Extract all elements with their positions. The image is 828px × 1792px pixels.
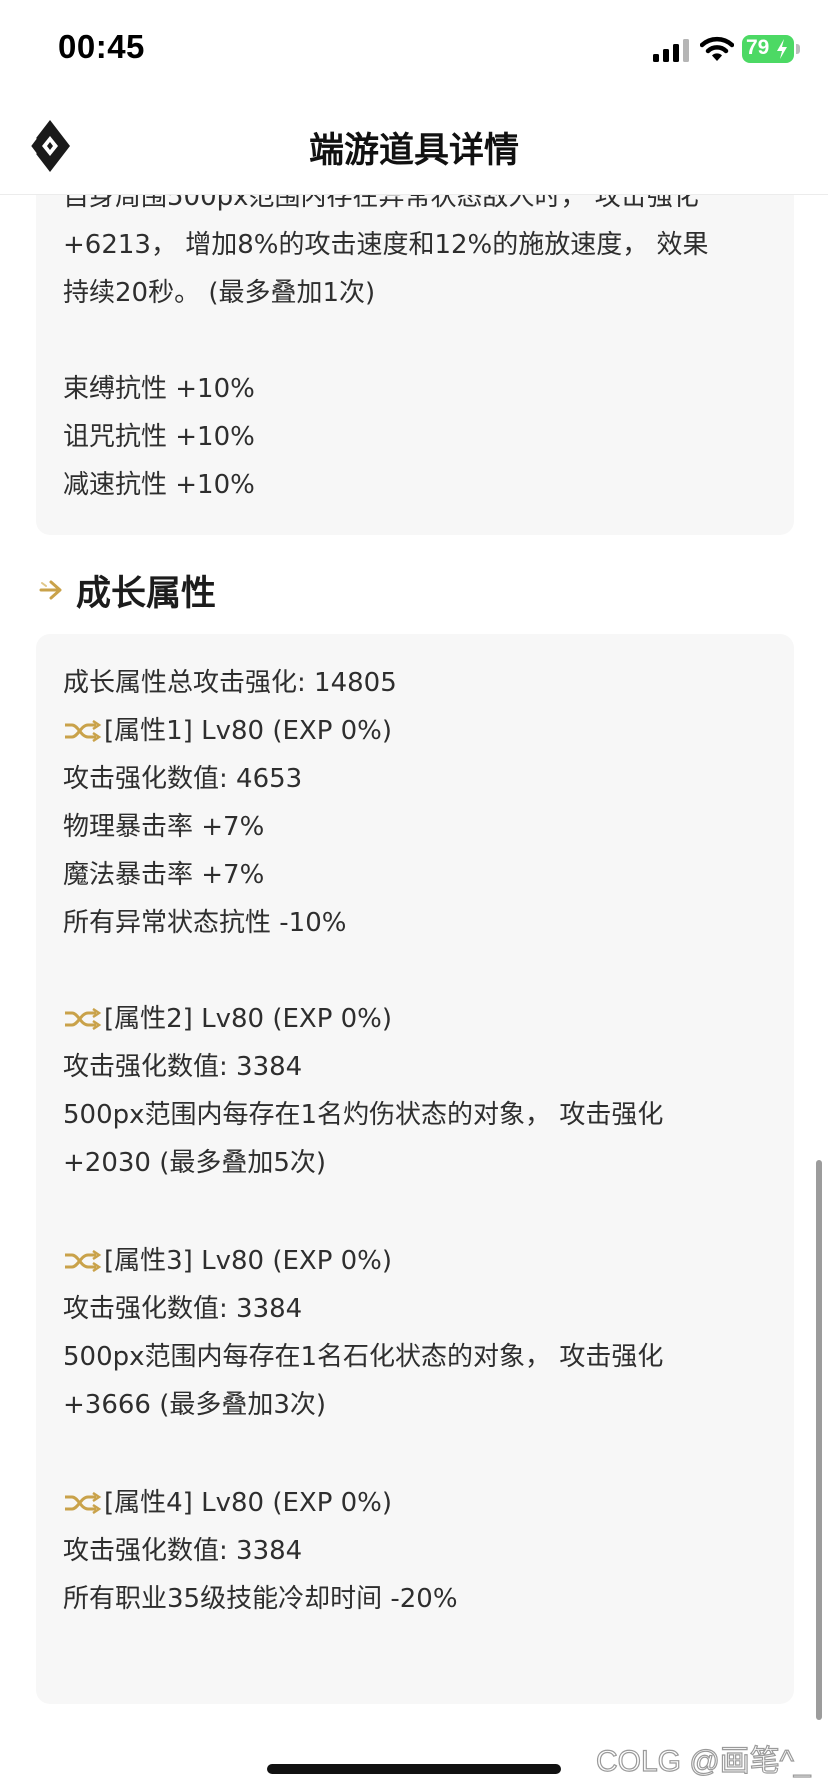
attribute-line: 攻击强化数值: 3384 bbox=[63, 1294, 303, 1324]
growth-section-heading: 成长属性 bbox=[38, 568, 216, 614]
wifi-icon bbox=[700, 36, 734, 61]
attribute-line: 物理暴击率 +7% bbox=[63, 812, 265, 842]
shuffle-icon bbox=[65, 720, 102, 742]
effect-text-line: +6213， 增加8%的攻击速度和12%的施放速度， 效果 bbox=[63, 230, 709, 260]
attribute-line: 攻击强化数值: 3384 bbox=[63, 1536, 303, 1566]
attribute-header-text: [属性2] Lv80 (EXP 0%) bbox=[104, 1004, 393, 1034]
signal-icon bbox=[653, 39, 689, 62]
shuffle-icon bbox=[65, 1492, 102, 1514]
watermark: COLG @画笔^_ bbox=[595, 1744, 811, 1778]
attribute-header-text: [属性4] Lv80 (EXP 0%) bbox=[104, 1488, 393, 1518]
attribute-line: 500px范围内每存在1名灼伤状态的对象， 攻击强化 bbox=[63, 1100, 664, 1130]
attribute-header: [属性1] Lv80 (EXP 0%) bbox=[63, 714, 392, 748]
attribute-header: [属性2] Lv80 (EXP 0%) bbox=[63, 1002, 392, 1036]
home-indicator[interactable] bbox=[267, 1764, 561, 1774]
resistance-line: 减速抗性 +10% bbox=[63, 470, 255, 500]
attribute-line: 500px范围内每存在1名石化状态的对象， 攻击强化 bbox=[63, 1342, 664, 1372]
attribute-line: +2030 (最多叠加5次) bbox=[63, 1148, 327, 1178]
attribute-line: 攻击强化数值: 4653 bbox=[63, 764, 303, 794]
effect-text-line: 持续20秒。 (最多叠加1次) bbox=[63, 278, 376, 308]
attribute-line: 攻击强化数值: 3384 bbox=[63, 1052, 303, 1082]
attribute-header-text: [属性1] Lv80 (EXP 0%) bbox=[104, 716, 393, 746]
attribute-header: [属性3] Lv80 (EXP 0%) bbox=[63, 1244, 392, 1278]
attribute-line: +3666 (最多叠加3次) bbox=[63, 1390, 327, 1420]
attribute-header-text: [属性3] Lv80 (EXP 0%) bbox=[104, 1246, 393, 1276]
app-header: 端游道具详情 bbox=[0, 100, 828, 195]
growth-total: 成长属性总攻击强化: 14805 bbox=[63, 668, 397, 698]
resistance-line: 诅咒抗性 +10% bbox=[63, 422, 255, 452]
attribute-line: 所有职业35级技能冷却时间 -20% bbox=[63, 1584, 458, 1614]
page-title: 端游道具详情 bbox=[308, 131, 519, 171]
battery-icon: 79 bbox=[742, 35, 800, 63]
status-time: 00:45 bbox=[58, 28, 145, 65]
attribute-line: 魔法暴击率 +7% bbox=[63, 860, 265, 890]
shuffle-icon bbox=[65, 1008, 102, 1030]
charging-bolt-icon bbox=[777, 39, 787, 59]
attribute-header: [属性4] Lv80 (EXP 0%) bbox=[63, 1486, 392, 1520]
section-title: 成长属性 bbox=[76, 573, 217, 614]
scrollbar[interactable] bbox=[816, 1160, 822, 1720]
detail-scroll-content[interactable]: 自身周围500px范围内存在异常状态敌人时， 攻击强化 +6213， 增加8%的… bbox=[0, 0, 828, 1792]
arrow-right-icon bbox=[39, 580, 62, 600]
attribute-line: 所有异常状态抗性 -10% bbox=[63, 908, 347, 938]
shuffle-icon bbox=[65, 1250, 102, 1272]
resistance-line: 束缚抗性 +10% bbox=[63, 374, 255, 404]
battery-level: 79 bbox=[746, 36, 770, 59]
growth-attributes-card: 成长属性总攻击强化: 14805 [属性1] Lv80 (EXP 0%) 攻击强… bbox=[36, 634, 794, 1704]
status-bar: 00:45 79 bbox=[0, 0, 828, 100]
